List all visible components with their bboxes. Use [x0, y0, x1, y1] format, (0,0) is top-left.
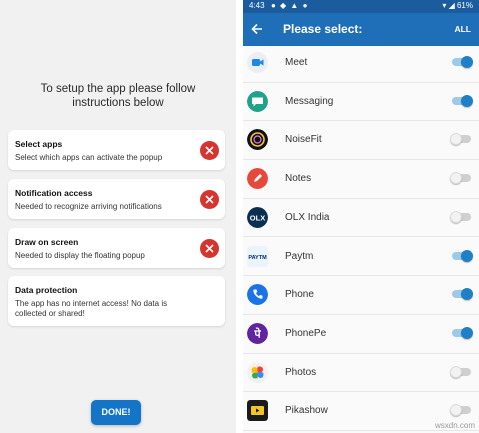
signal-icon: ◢: [448, 1, 455, 10]
svg-text:PAYTM: PAYTM: [248, 255, 267, 261]
list-item-phonepe[interactable]: पे PhonePe: [243, 315, 479, 354]
noisefit-toggle[interactable]: [450, 133, 471, 146]
olx-icon: OLX: [247, 206, 268, 228]
meet-toggle[interactable]: [452, 56, 473, 68]
app-name: Messaging: [285, 95, 334, 107]
app-name: Notes: [285, 173, 312, 185]
card-subtitle: Needed to display the floating popup: [15, 251, 145, 260]
error-x-icon[interactable]: [200, 239, 219, 258]
list-item-notes[interactable]: Notes: [243, 160, 479, 199]
noisefit-icon: [247, 129, 268, 151]
list-item-noisefit[interactable]: NoiseFit: [243, 121, 479, 161]
photos-toggle[interactable]: [450, 365, 471, 378]
back-arrow-icon[interactable]: [251, 22, 263, 40]
app-name: Meet: [285, 57, 308, 68]
wifi-icon: ▾: [442, 1, 447, 10]
card-draw-on-screen[interactable]: Draw on screen Needed to display the flo…: [8, 228, 225, 268]
watermark: wsxdn.com: [434, 421, 475, 430]
card-subtitle: Select which apps can activate the popup: [15, 153, 163, 162]
card-data-protection: Data protection The app has no internet …: [8, 276, 225, 326]
setup-screen: To setup the app please follow instructi…: [0, 0, 236, 433]
card-title: Draw on screen: [15, 237, 79, 247]
paytm-toggle[interactable]: [452, 249, 473, 262]
page-title: Please select:: [283, 22, 363, 36]
app-name: PhonePe: [285, 327, 327, 339]
status-bar: 4:43 ● ◆ ▲ ● ▾ ◢ 61%: [243, 0, 479, 13]
status-time: 4:43: [249, 1, 265, 10]
notes-icon: [247, 168, 268, 190]
card-title: Notification access: [15, 188, 93, 198]
pikashow-toggle[interactable]: [450, 404, 471, 417]
list-item-olx-india[interactable]: OLX OLX India: [243, 199, 479, 238]
app-name: Photos: [285, 366, 317, 378]
list-item-meet[interactable]: Meet: [243, 44, 479, 83]
card-title: Data protection: [15, 285, 78, 295]
error-x-icon[interactable]: [200, 190, 219, 209]
photos-icon: [247, 361, 268, 383]
list-item-paytm[interactable]: PAYTM Paytm: [243, 238, 479, 277]
list-item-phone[interactable]: Phone: [243, 276, 479, 315]
app-name: OLX India: [285, 211, 330, 223]
svg-text:OLX: OLX: [250, 213, 265, 222]
card-select-apps[interactable]: Select apps Select which apps can activa…: [8, 130, 225, 170]
phone-toggle[interactable]: [452, 288, 473, 301]
svg-text:पे: पे: [253, 326, 261, 340]
card-notification-access[interactable]: Notification access Needed to recognize …: [8, 179, 225, 219]
paytm-icon: PAYTM: [247, 245, 268, 267]
error-x-icon[interactable]: [200, 141, 219, 160]
phone-icon: [247, 284, 268, 306]
messaging-toggle[interactable]: [452, 94, 473, 107]
app-name: Phone: [285, 289, 314, 301]
notification-icons: ● ◆ ▲ ●: [271, 1, 309, 10]
app-select-screen: 4:43 ● ◆ ▲ ● ▾ ◢ 61% Please select: ALL …: [243, 0, 479, 433]
app-name: Pikashow: [285, 405, 328, 417]
list-item-photos[interactable]: Photos: [243, 354, 479, 393]
messaging-icon: [247, 90, 268, 112]
pikashow-icon: [247, 400, 268, 422]
phonepe-toggle[interactable]: [452, 326, 473, 339]
done-button[interactable]: DONE!: [91, 400, 141, 425]
list-item-messaging[interactable]: Messaging: [243, 83, 479, 122]
select-all-button[interactable]: ALL: [454, 24, 471, 34]
phonepe-icon: पे: [247, 322, 268, 344]
app-name: Paytm: [285, 250, 314, 262]
app-bar: Please select: ALL: [243, 13, 479, 46]
battery-level: 61%: [456, 1, 473, 10]
meet-icon: [247, 52, 268, 73]
setup-instructions: To setup the app please follow instructi…: [40, 83, 196, 109]
card-subtitle: The app has no internet access! No data …: [15, 299, 168, 318]
notes-toggle[interactable]: [450, 172, 471, 185]
app-name: NoiseFit: [285, 134, 322, 146]
card-subtitle: Needed to recognize arriving notificatio…: [15, 202, 162, 211]
olx-india-toggle[interactable]: [450, 210, 471, 223]
status-right: ▾ ◢ 61%: [442, 1, 473, 10]
card-title: Select apps: [15, 139, 63, 149]
